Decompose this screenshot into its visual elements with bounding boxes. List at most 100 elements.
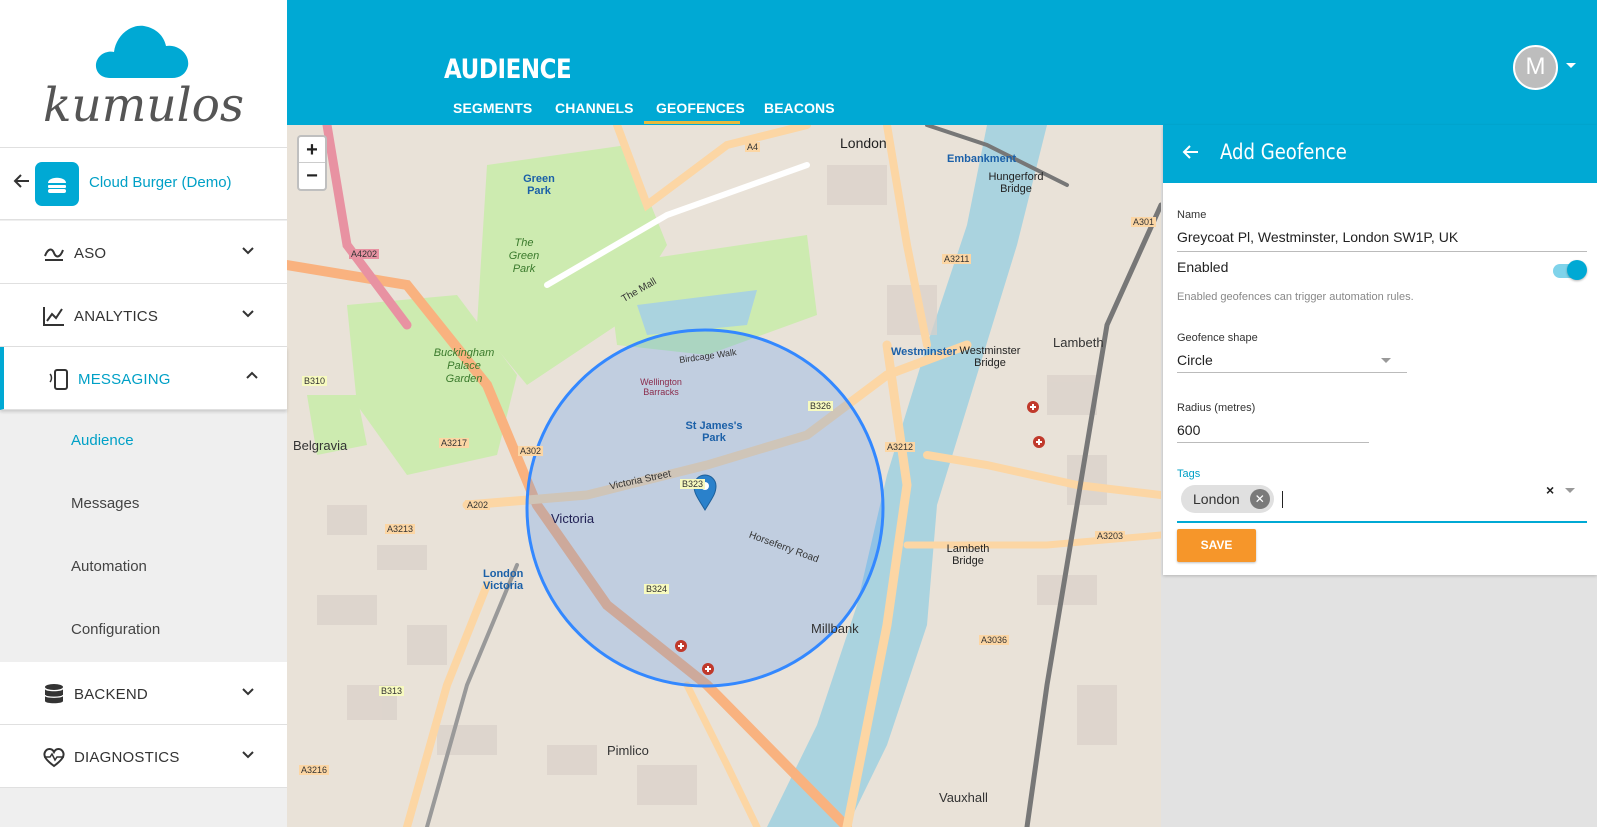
tag-chip-label: London [1193, 491, 1240, 507]
panel-title: Add Geofence [1220, 140, 1347, 164]
nav-aso[interactable]: ASO [0, 221, 287, 284]
map-label: Westminster [891, 346, 957, 358]
road-label: B326 [808, 401, 834, 411]
name-input[interactable]: Greycoat Pl, Westminster, London SW1P, U… [1177, 229, 1458, 245]
panel-header: Add Geofence [1163, 125, 1597, 183]
road-label: A3036 [979, 635, 1010, 645]
nav-label: DIAGNOSTICS [74, 749, 180, 766]
enabled-toggle-knob[interactable] [1567, 260, 1587, 280]
app-name[interactable]: Cloud Burger (Demo) [89, 174, 232, 191]
app-selector[interactable]: Cloud Burger (Demo) [0, 148, 287, 220]
tags-label: Tags [1177, 468, 1201, 480]
name-label: Name [1177, 209, 1207, 221]
map-label: Lambeth [1053, 335, 1104, 350]
sub-nav-automation[interactable]: Automation [0, 536, 287, 599]
road-label: A3211 [942, 254, 972, 264]
caret-down-icon[interactable] [1566, 63, 1576, 68]
map-label: St James's Park [685, 420, 743, 444]
road-label: B313 [379, 686, 405, 696]
nav-messaging[interactable]: MESSAGING [0, 347, 287, 410]
nav-backend[interactable]: BACKEND [0, 662, 287, 725]
road-label: A202 [465, 500, 491, 510]
radius-input[interactable]: 600 [1177, 422, 1200, 438]
logo-text: kumulos [43, 78, 245, 133]
nav-label: ASO [74, 245, 107, 262]
road-label: A3203 [1095, 531, 1126, 541]
tab-beacons[interactable]: BEACONS [764, 100, 835, 116]
tab-channels[interactable]: CHANNELS [555, 100, 634, 116]
sub-nav-label: Configuration [71, 621, 161, 638]
hospital-icon [675, 640, 687, 652]
road-label: A301 [1131, 217, 1157, 227]
remove-tag-icon[interactable]: ✕ [1249, 489, 1270, 509]
road-label: A3213 [385, 524, 416, 534]
shape-label: Geofence shape [1177, 332, 1258, 344]
top-header: AUDIENCE SEGMENTS CHANNELS GEOFENCES BEA… [287, 0, 1597, 125]
sub-nav-audience[interactable]: Audience [0, 410, 287, 473]
shape-select[interactable]: Circle [1177, 352, 1213, 368]
map-label: Victoria [551, 511, 595, 526]
map-zoom-control: + − [297, 135, 327, 191]
database-icon [44, 684, 64, 704]
tags-input-cursor[interactable] [1282, 491, 1283, 508]
page-title: AUDIENCE [444, 54, 572, 85]
road-label: B310 [302, 376, 328, 386]
enabled-label: Enabled [1177, 259, 1229, 275]
analytics-chart-icon [43, 307, 64, 326]
nav-label: BACKEND [74, 686, 148, 703]
map-label: The Green Park [508, 237, 540, 275]
chevron-down-icon [242, 247, 254, 255]
nav-diagnostics[interactable]: DIAGNOSTICS [0, 725, 287, 788]
map-label: Green Park [523, 173, 555, 197]
road-label: A3216 [299, 765, 330, 775]
tags-underline [1177, 521, 1587, 523]
chevron-up-icon [246, 371, 258, 379]
chevron-down-icon [242, 751, 254, 759]
map-label: Hungerford Bridge [988, 171, 1044, 195]
save-button[interactable]: SAVE [1177, 529, 1256, 562]
dropdown-caret-icon[interactable] [1381, 358, 1391, 363]
tags-dropdown-caret-icon[interactable] [1565, 488, 1575, 493]
zoom-in-button[interactable]: + [299, 137, 325, 163]
map-label: London Victoria [483, 568, 524, 592]
map[interactable]: London Victoria London Victoria St James… [287, 125, 1161, 827]
hospital-icon [1033, 436, 1045, 448]
back-arrow-icon[interactable] [13, 172, 33, 192]
radius-label: Radius (metres) [1177, 402, 1256, 414]
chevron-down-icon [242, 310, 254, 318]
map-label: Embankment [947, 153, 1017, 165]
zoom-out-button[interactable]: − [299, 163, 325, 189]
sub-nav-label: Messages [71, 495, 140, 512]
sub-nav-messages[interactable]: Messages [0, 473, 287, 536]
sub-nav-configuration[interactable]: Configuration [0, 599, 287, 662]
map-label: Westminster Bridge [959, 345, 1021, 369]
clear-tags-icon[interactable]: × [1546, 482, 1554, 498]
map-label: Belgravia [293, 438, 348, 453]
back-arrow-icon[interactable] [1182, 143, 1200, 167]
aso-icon [44, 248, 64, 261]
road-label: A302 [518, 446, 544, 456]
cloud-logo-icon [95, 25, 189, 79]
tab-segments[interactable]: SEGMENTS [453, 100, 532, 116]
map-label: Wellington Barracks [640, 377, 682, 397]
road-label: A3217 [439, 438, 470, 448]
road-label: B323 [680, 479, 706, 489]
shape-underline [1177, 372, 1407, 373]
burger-app-icon [35, 162, 79, 206]
user-avatar[interactable]: M [1513, 45, 1558, 90]
messaging-phone-icon [49, 369, 68, 390]
add-geofence-panel: Add Geofence Name Greycoat Pl, Westminst… [1163, 125, 1597, 575]
name-underline [1177, 251, 1587, 252]
map-canvas[interactable] [287, 125, 1161, 827]
nav-analytics[interactable]: ANALYTICS [0, 284, 287, 347]
sub-nav-label: Audience [71, 432, 134, 449]
tag-chip: London ✕ [1181, 485, 1274, 513]
sidebar: kumulos Cloud Burger (Demo) ASO ANALYTIC… [0, 0, 287, 827]
tab-geofences[interactable]: GEOFENCES [656, 100, 745, 116]
map-label: London [840, 135, 887, 151]
active-tab-indicator [644, 121, 740, 124]
enabled-hint: Enabled geofences can trigger automation… [1177, 291, 1414, 303]
logo[interactable]: kumulos [0, 0, 287, 148]
radius-underline [1177, 442, 1369, 443]
heartbeat-icon [43, 748, 65, 768]
